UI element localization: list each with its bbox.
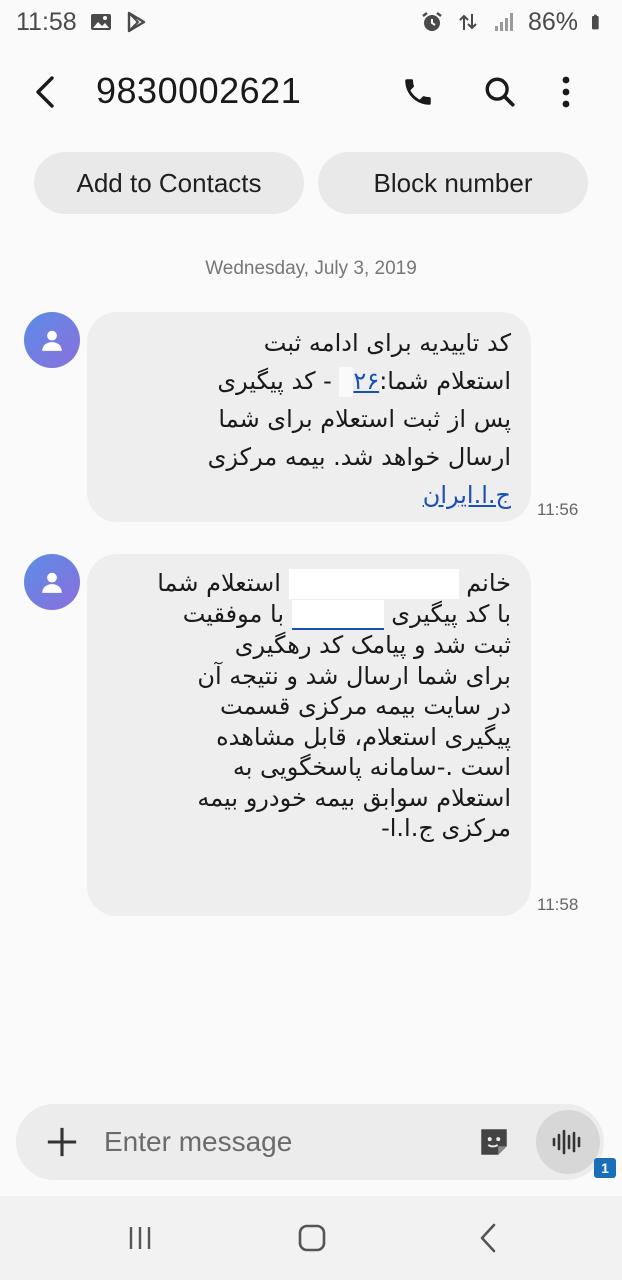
search-button[interactable] (478, 70, 522, 114)
phone-icon (405, 79, 431, 105)
redaction (288, 569, 459, 599)
message-line: است .-سامانه پاسخگویی به (232, 753, 511, 781)
sim-badge: 1 (594, 1158, 616, 1178)
battery-icon (592, 14, 599, 30)
gallery-icon (90, 14, 111, 30)
recent-apps-icon (129, 1227, 151, 1249)
message-line: پیگیری استعلام، قابل مشاهده (216, 722, 511, 751)
message-line: خانم استعلام شما (111, 568, 511, 599)
message-input[interactable] (104, 1116, 464, 1168)
more-options-button[interactable] (548, 70, 584, 114)
person-icon (42, 330, 62, 351)
more-vertical-icon (562, 76, 570, 108)
alarm-icon (422, 12, 442, 31)
sender-avatar[interactable] (24, 554, 80, 610)
back-button[interactable] (26, 72, 66, 112)
conversation-title: 9830002621 (96, 70, 302, 111)
chevron-left-icon (36, 76, 54, 108)
add-to-contacts-button[interactable]: Add to Contacts (34, 152, 304, 214)
status-right: 86% (420, 8, 606, 37)
search-icon (485, 77, 515, 107)
voice-record-button[interactable]: 1 (536, 1110, 616, 1178)
message-text: با موفقیت (182, 600, 284, 628)
back-nav-button[interactable] (470, 1220, 506, 1256)
sticker-icon (481, 1129, 507, 1155)
message-line: ثبت شد و پیامک کد رهگیری (234, 631, 511, 659)
battery-percent: 86% (527, 7, 578, 36)
message-line: در سایت بیمه مرکزی قسمت (220, 692, 511, 720)
block-number-button[interactable]: Block number (318, 152, 588, 214)
message-line: استعلام شما:۲۶ - کد پیگیری (111, 362, 511, 400)
plus-icon (47, 1127, 77, 1157)
sticker-button[interactable] (476, 1124, 512, 1160)
code-link[interactable]: ۲۶ (353, 367, 379, 395)
sound-wave-icon (552, 1129, 581, 1155)
message-bubble[interactable]: کد تاییدیه برای ادامه ثبت استعلام شما:۲۶… (87, 312, 531, 522)
date-separator: Wednesday, July 3, 2019 (205, 258, 417, 279)
compose-bar: 1 (16, 1104, 616, 1180)
redaction (291, 600, 384, 630)
message-line: مرکزی ج.ا.ا- (381, 814, 511, 842)
data-arrows-icon (459, 14, 477, 30)
message-line: ارسال خواهد شد. بیمه مرکزی (207, 443, 511, 471)
sender-link[interactable]: ج.ا.ایران (423, 481, 511, 509)
message-line: کد تاییدیه برای ادامه ثبت (263, 329, 511, 357)
play-store-icon (127, 11, 145, 33)
message-text: خانم (466, 569, 511, 597)
message-time: 11:56 (537, 500, 579, 519)
home-button[interactable] (294, 1220, 330, 1256)
back-icon (480, 1223, 496, 1253)
status-left: 11:58 (16, 8, 149, 37)
home-icon (298, 1224, 326, 1252)
message-text: - کد پیگیری (217, 367, 332, 395)
message-text: با کد پیگیری (391, 600, 511, 628)
app-bar: 9830002621 (0, 56, 622, 128)
message-text: استعلام شما: (379, 367, 511, 395)
message-text: استعلام شما (157, 569, 281, 597)
message-line: با کد پیگیری با موفقیت (111, 599, 511, 630)
status-time: 11:58 (16, 7, 77, 36)
navigation-bar (0, 1196, 622, 1280)
message-line: استعلام سوابق بیمه خودرو بیمه (197, 783, 511, 812)
person-icon (42, 572, 62, 593)
recent-apps-button[interactable] (122, 1220, 158, 1256)
message-line: برای شما ارسال شد و نتیجه آن (197, 661, 511, 690)
call-button[interactable] (396, 70, 440, 114)
signal-icon (494, 13, 513, 31)
message-bubble[interactable]: خانم استعلام شما با کد پیگیری با موفقیت … (87, 554, 531, 916)
message-time: 11:58 (537, 895, 579, 914)
status-bar: 11:58 86% (0, 0, 622, 44)
redaction (339, 367, 354, 397)
message-line: پس از ثبت استعلام برای شما (218, 405, 511, 433)
attach-button[interactable] (42, 1122, 82, 1162)
message-line: ج.ا.ایران (111, 476, 511, 514)
sender-avatar[interactable] (24, 312, 80, 368)
